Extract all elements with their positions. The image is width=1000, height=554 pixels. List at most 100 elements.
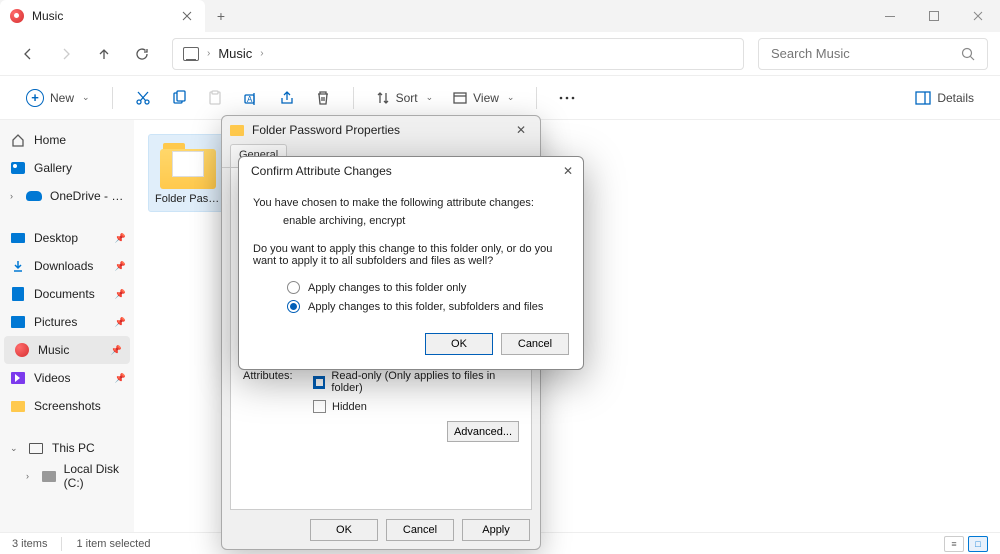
chevron-right-icon[interactable]: › (10, 191, 18, 201)
breadcrumb-music[interactable]: Music (218, 46, 252, 61)
sidebar-label: Gallery (34, 161, 72, 175)
search-icon (961, 47, 975, 61)
sidebar-item-thispc[interactable]: ⌄ This PC (0, 434, 134, 462)
radio-folder-only[interactable]: Apply changes to this folder only (287, 281, 569, 294)
props-ok-button[interactable]: OK (310, 519, 378, 541)
music-icon (14, 342, 30, 358)
minimize-button[interactable] (868, 0, 912, 32)
window-close-button[interactable] (956, 0, 1000, 32)
dialog-titlebar[interactable]: Folder Password Properties ✕ (222, 116, 540, 144)
music-icon (10, 9, 24, 23)
address-bar: › Music › (0, 32, 1000, 76)
sidebar-item-music[interactable]: Music 📌 (4, 336, 130, 364)
view-button[interactable]: View ⌄ (445, 82, 522, 114)
onedrive-icon (26, 188, 42, 204)
details-pane-button[interactable]: Details (907, 82, 982, 114)
home-icon (10, 132, 26, 148)
sort-button[interactable]: Sort ⌄ (368, 82, 442, 114)
view-list-button[interactable]: ≡ (944, 536, 964, 552)
more-button[interactable] (551, 82, 583, 114)
sidebar-item-documents[interactable]: Documents 📌 (0, 280, 134, 308)
sidebar-item-desktop[interactable]: Desktop 📌 (0, 224, 134, 252)
window-controls (868, 0, 1000, 32)
share-button[interactable] (271, 82, 303, 114)
sidebar-item-localdisk[interactable]: › Local Disk (C:) (0, 462, 134, 490)
folder-icon (10, 398, 26, 414)
downloads-icon (10, 258, 26, 274)
confirm-titlebar[interactable]: Confirm Attribute Changes ✕ (239, 157, 583, 185)
confirm-cancel-button[interactable]: Cancel (501, 333, 569, 355)
tab-music[interactable]: Music (0, 0, 205, 32)
view-grid-button[interactable]: □ (968, 536, 988, 552)
props-cancel-button[interactable]: Cancel (386, 519, 454, 541)
titlebar: Music + (0, 0, 1000, 32)
sidebar-label: Pictures (34, 315, 77, 329)
chevron-right-icon[interactable]: › (26, 471, 34, 481)
folder-icon (230, 125, 244, 136)
confirm-ok-button[interactable]: OK (425, 333, 493, 355)
sidebar-item-home[interactable]: Home (0, 126, 134, 154)
details-label: Details (937, 91, 974, 105)
sidebar-item-downloads[interactable]: Downloads 📌 (0, 252, 134, 280)
folder-icon (160, 141, 216, 189)
up-button[interactable] (88, 38, 120, 70)
forward-button[interactable] (50, 38, 82, 70)
new-tab-button[interactable]: + (205, 0, 237, 32)
sidebar-item-videos[interactable]: Videos 📌 (0, 364, 134, 392)
props-apply-button[interactable]: Apply (462, 519, 530, 541)
sidebar-label: OneDrive - Perso (50, 189, 124, 203)
sidebar-label: Local Disk (C:) (64, 462, 124, 490)
search-box[interactable] (758, 38, 988, 70)
confirm-dialog: Confirm Attribute Changes ✕ You have cho… (238, 156, 584, 370)
refresh-button[interactable] (126, 38, 158, 70)
sidebar-item-gallery[interactable]: Gallery (0, 154, 134, 182)
confirm-line2: enable archiving, encrypt (283, 215, 569, 227)
folder-label: Folder Passw... (155, 193, 221, 205)
hidden-checkbox[interactable] (313, 400, 326, 413)
pictures-icon (10, 314, 26, 330)
paste-button[interactable] (199, 82, 231, 114)
radio-button[interactable] (287, 300, 300, 313)
radio-button[interactable] (287, 281, 300, 294)
sidebar-item-onedrive[interactable]: › OneDrive - Perso (0, 182, 134, 210)
confirm-line3: Do you want to apply this change to this… (253, 243, 569, 267)
monitor-icon (183, 47, 199, 61)
sort-label: Sort (396, 91, 418, 105)
search-input[interactable] (771, 46, 953, 61)
selected-count: 1 item selected (76, 538, 150, 550)
delete-button[interactable] (307, 82, 339, 114)
disk-icon (42, 468, 56, 484)
svg-text:A: A (247, 95, 253, 104)
rename-button[interactable]: A (235, 82, 267, 114)
new-button[interactable]: + New ⌄ (18, 82, 98, 114)
sidebar-item-screenshots[interactable]: Screenshots (0, 392, 134, 420)
videos-icon (10, 370, 26, 386)
close-button[interactable]: ✕ (557, 160, 579, 182)
close-tab-button[interactable] (179, 8, 195, 24)
folder-item-folder-password[interactable]: Folder Passw... (148, 134, 228, 212)
sidebar-label: Home (34, 133, 66, 147)
maximize-button[interactable] (912, 0, 956, 32)
dialog-title: Folder Password Properties (252, 123, 502, 137)
documents-icon (10, 286, 26, 302)
close-button[interactable]: ✕ (510, 119, 532, 141)
breadcrumb[interactable]: › Music › (172, 38, 744, 70)
readonly-checkbox[interactable] (313, 376, 325, 389)
chevron-down-icon: ⌄ (507, 92, 515, 103)
item-count: 3 items (12, 538, 47, 550)
copy-button[interactable] (163, 82, 195, 114)
radio-subfolders[interactable]: Apply changes to this folder, subfolders… (287, 300, 569, 313)
toolbar: + New ⌄ A Sort ⌄ View ⌄ Details (0, 76, 1000, 120)
radio-label: Apply changes to this folder only (308, 282, 466, 294)
chevron-down-icon[interactable]: ⌄ (10, 443, 20, 454)
cut-button[interactable] (127, 82, 159, 114)
advanced-button[interactable]: Advanced... (447, 421, 519, 442)
view-label: View (473, 91, 499, 105)
chevron-down-icon: ⌄ (426, 92, 434, 103)
pin-icon: 📌 (115, 373, 126, 384)
sidebar-item-pictures[interactable]: Pictures 📌 (0, 308, 134, 336)
sidebar-label: This PC (52, 441, 95, 455)
back-button[interactable] (12, 38, 44, 70)
sidebar: Home Gallery › OneDrive - Perso Desktop … (0, 120, 134, 532)
pin-icon: 📌 (115, 261, 126, 272)
